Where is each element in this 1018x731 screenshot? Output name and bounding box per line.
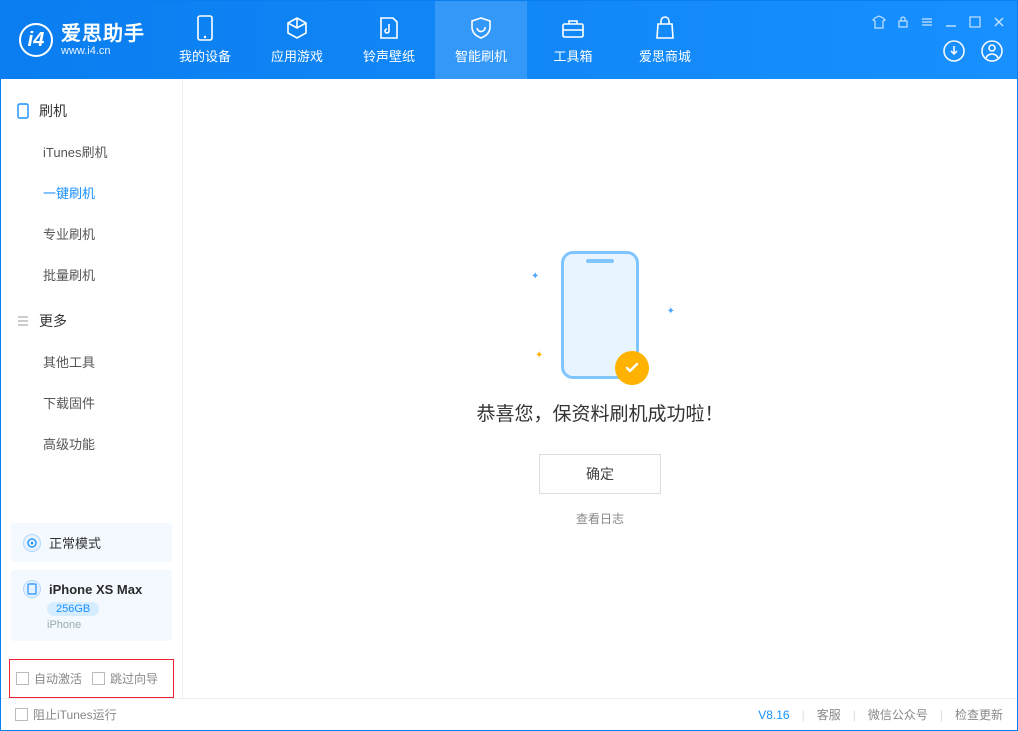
cube-icon xyxy=(284,15,310,41)
checkbox-icon xyxy=(92,672,105,685)
footer-link-wechat[interactable]: 微信公众号 xyxy=(868,706,928,723)
checkbox-auto-activate[interactable]: 自动激活 xyxy=(16,670,82,687)
logo[interactable]: i4 爱思助手 www.i4.cn xyxy=(1,1,159,79)
sparkle-icon: ✦ xyxy=(667,306,675,317)
window-controls-top xyxy=(871,14,1007,30)
list-icon xyxy=(15,313,31,329)
ok-button[interactable]: 确定 xyxy=(539,454,661,494)
shirt-icon[interactable] xyxy=(871,14,887,30)
sidebar-item-oneclick-flash[interactable]: 一键刷机 xyxy=(1,172,182,213)
close-button[interactable] xyxy=(991,14,1007,30)
logo-icon: i4 xyxy=(19,23,53,57)
minimize-button[interactable] xyxy=(943,14,959,30)
sidebar-item-download-firmware[interactable]: 下载固件 xyxy=(1,382,182,423)
success-illustration: ✦ ✦ ✦ xyxy=(561,251,639,379)
top-nav: 我的设备 应用游戏 铃声壁纸 智能刷机 工具箱 爱思商城 xyxy=(159,1,711,79)
phone-icon xyxy=(192,15,218,41)
checkbox-skip-guide[interactable]: 跳过向导 xyxy=(92,670,158,687)
mode-box[interactable]: 正常模式 xyxy=(11,523,172,562)
lock-icon[interactable] xyxy=(895,14,911,30)
sidebar-item-other-tools[interactable]: 其他工具 xyxy=(1,341,182,382)
checkbox-block-itunes[interactable]: 阻止iTunes运行 xyxy=(15,706,117,723)
device-type: iPhone xyxy=(47,619,160,631)
header: i4 爱思助手 www.i4.cn 我的设备 应用游戏 铃声壁纸 智能刷机 工具… xyxy=(1,1,1017,79)
version-label: V8.16 xyxy=(758,708,789,722)
music-file-icon xyxy=(376,15,402,41)
user-icon[interactable] xyxy=(977,36,1007,66)
sidebar-item-advanced[interactable]: 高级功能 xyxy=(1,423,182,464)
menu-icon[interactable] xyxy=(919,14,935,30)
device-icon xyxy=(15,103,31,119)
storage-badge: 256GB xyxy=(47,602,99,616)
toolbox-icon xyxy=(560,15,586,41)
download-icon[interactable] xyxy=(939,36,969,66)
main-content: ✦ ✦ ✦ 恭喜您，保资料刷机成功啦！ 确定 查看日志 xyxy=(183,79,1017,698)
mode-icon xyxy=(23,534,41,552)
success-message: 恭喜您，保资料刷机成功啦！ xyxy=(476,399,723,426)
sidebar-section-more[interactable]: 更多 xyxy=(1,301,182,341)
sidebar-item-batch-flash[interactable]: 批量刷机 xyxy=(1,254,182,295)
bag-icon xyxy=(652,15,678,41)
sparkle-icon: ✦ xyxy=(535,350,543,361)
sidebar-item-pro-flash[interactable]: 专业刷机 xyxy=(1,213,182,254)
footer-link-support[interactable]: 客服 xyxy=(817,706,841,723)
refresh-shield-icon xyxy=(468,15,494,41)
maximize-button[interactable] xyxy=(967,14,983,30)
nav-ringtones[interactable]: 铃声壁纸 xyxy=(343,1,435,79)
device-box[interactable]: iPhone XS Max 256GB iPhone xyxy=(11,570,172,641)
nav-apps[interactable]: 应用游戏 xyxy=(251,1,343,79)
nav-flash[interactable]: 智能刷机 xyxy=(435,1,527,79)
footer-link-update[interactable]: 检查更新 xyxy=(955,706,1003,723)
footer: 阻止iTunes运行 V8.16 | 客服 | 微信公众号 | 检查更新 xyxy=(1,698,1017,730)
nav-my-device[interactable]: 我的设备 xyxy=(159,1,251,79)
sparkle-icon: ✦ xyxy=(531,271,539,282)
view-log-link[interactable]: 查看日志 xyxy=(576,510,624,527)
sidebar-item-itunes-flash[interactable]: iTunes刷机 xyxy=(1,131,182,172)
phone-small-icon xyxy=(23,580,41,598)
checkbox-icon xyxy=(16,672,29,685)
app-name: 爱思助手 xyxy=(61,23,145,45)
device-name: iPhone XS Max xyxy=(49,582,142,597)
nav-toolbox[interactable]: 工具箱 xyxy=(527,1,619,79)
sidebar-section-flash[interactable]: 刷机 xyxy=(1,91,182,131)
check-badge-icon xyxy=(615,351,649,385)
app-url: www.i4.cn xyxy=(61,45,145,57)
nav-store[interactable]: 爱思商城 xyxy=(619,1,711,79)
highlighted-options: 自动激活 跳过向导 xyxy=(9,659,174,698)
mode-label: 正常模式 xyxy=(49,533,101,552)
checkbox-icon xyxy=(15,708,28,721)
sidebar: 刷机 iTunes刷机 一键刷机 专业刷机 批量刷机 更多 其他工具 下载固件 … xyxy=(1,79,183,698)
